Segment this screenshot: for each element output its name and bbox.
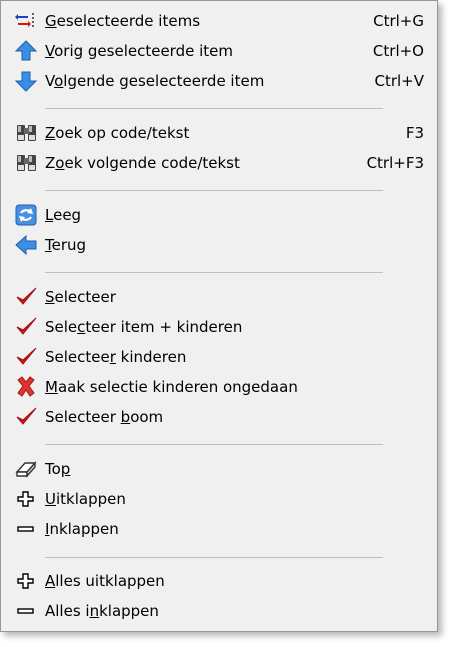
menu-label: Volgende geselecteerde item [45,72,265,90]
menu-item-find-code-text[interactable]: Zoek op code/tekst F3 [7,119,432,147]
shortcut: Ctrl+O [372,42,424,60]
menu-item-previous-selected[interactable]: Vorig geselecteerde item Ctrl+O [7,37,432,65]
minus-icon [15,600,39,622]
menu-item-select-item-children[interactable]: Selecteer item + kinderen [7,313,432,341]
arrow-left-icon [15,234,39,256]
top-eraser-icon [15,458,39,480]
menu-label: Terug [45,236,87,254]
menu-label: Zoek op code/tekst [45,124,190,142]
menu-item-back[interactable]: Terug [7,231,432,259]
menu-item-top[interactable]: Top [7,455,432,483]
shortcut: Ctrl+F3 [366,154,424,172]
context-menu: Geselecteerde items Ctrl+G Vorig geselec… [0,0,438,632]
menu-separator [45,557,383,558]
menu-item-select[interactable]: Selecteer [7,283,432,311]
menu-label: Zoek volgende code/tekst [45,154,240,172]
shortcut: Ctrl+G [373,12,424,30]
menu-label: Vorig geselecteerde item [45,42,233,60]
menu-item-collapse-all[interactable]: Alles inklappen [7,597,432,625]
menu-label: Maak selectie kinderen ongedaan [45,378,298,396]
red-x-icon [15,376,39,398]
shortcut: Ctrl+V [374,72,424,90]
menu-label: Alles uitklappen [45,572,165,590]
menu-label: Selecteer kinderen [45,348,187,366]
menu-separator [45,108,383,109]
menu-label: Uitklappen [45,490,126,508]
menu-label: Geselecteerde items [45,12,201,30]
menu-item-undo-select-children[interactable]: Maak selectie kinderen ongedaan [7,373,432,401]
menu-item-clear[interactable]: Leeg [7,201,432,229]
menu-label: Selecteer item + kinderen [45,318,243,336]
menu-separator [45,272,383,273]
checkmark-icon [15,346,39,368]
menu-item-select-tree[interactable]: Selecteer boom [7,403,432,431]
menu-item-next-selected[interactable]: Volgende geselecteerde item Ctrl+V [7,67,432,95]
menu-label: Selecteer boom [45,408,164,426]
selected-items-icon [15,10,39,32]
checkmark-icon [15,286,39,308]
menu-label: Alles inklappen [45,602,159,620]
menu-item-collapse[interactable]: Inklappen [7,515,432,543]
plus-icon [15,570,39,592]
arrow-down-icon [15,70,39,92]
menu-separator [45,190,383,191]
menu-label: Leeg [45,206,82,224]
menu-label: Top [45,460,71,478]
menu-separator [45,444,383,445]
menu-item-expand-all[interactable]: Alles uitklappen [7,567,432,595]
checkmark-icon [15,316,39,338]
menu-item-find-next-code-text[interactable]: Zoek volgende code/tekst Ctrl+F3 [7,149,432,177]
binoculars-icon [15,122,39,144]
menu-item-selected-items[interactable]: Geselecteerde items Ctrl+G [7,7,432,35]
minus-icon [15,518,39,540]
menu-label: Selecteer [45,288,116,306]
menu-label: Inklappen [45,520,119,538]
arrow-up-icon [15,40,39,62]
shortcut: F3 [405,124,424,142]
binoculars-icon [15,152,39,174]
checkmark-icon [15,406,39,428]
menu-item-select-children[interactable]: Selecteer kinderen [7,343,432,371]
refresh-icon [15,204,39,226]
menu-item-expand[interactable]: Uitklappen [7,485,432,513]
plus-icon [15,488,39,510]
